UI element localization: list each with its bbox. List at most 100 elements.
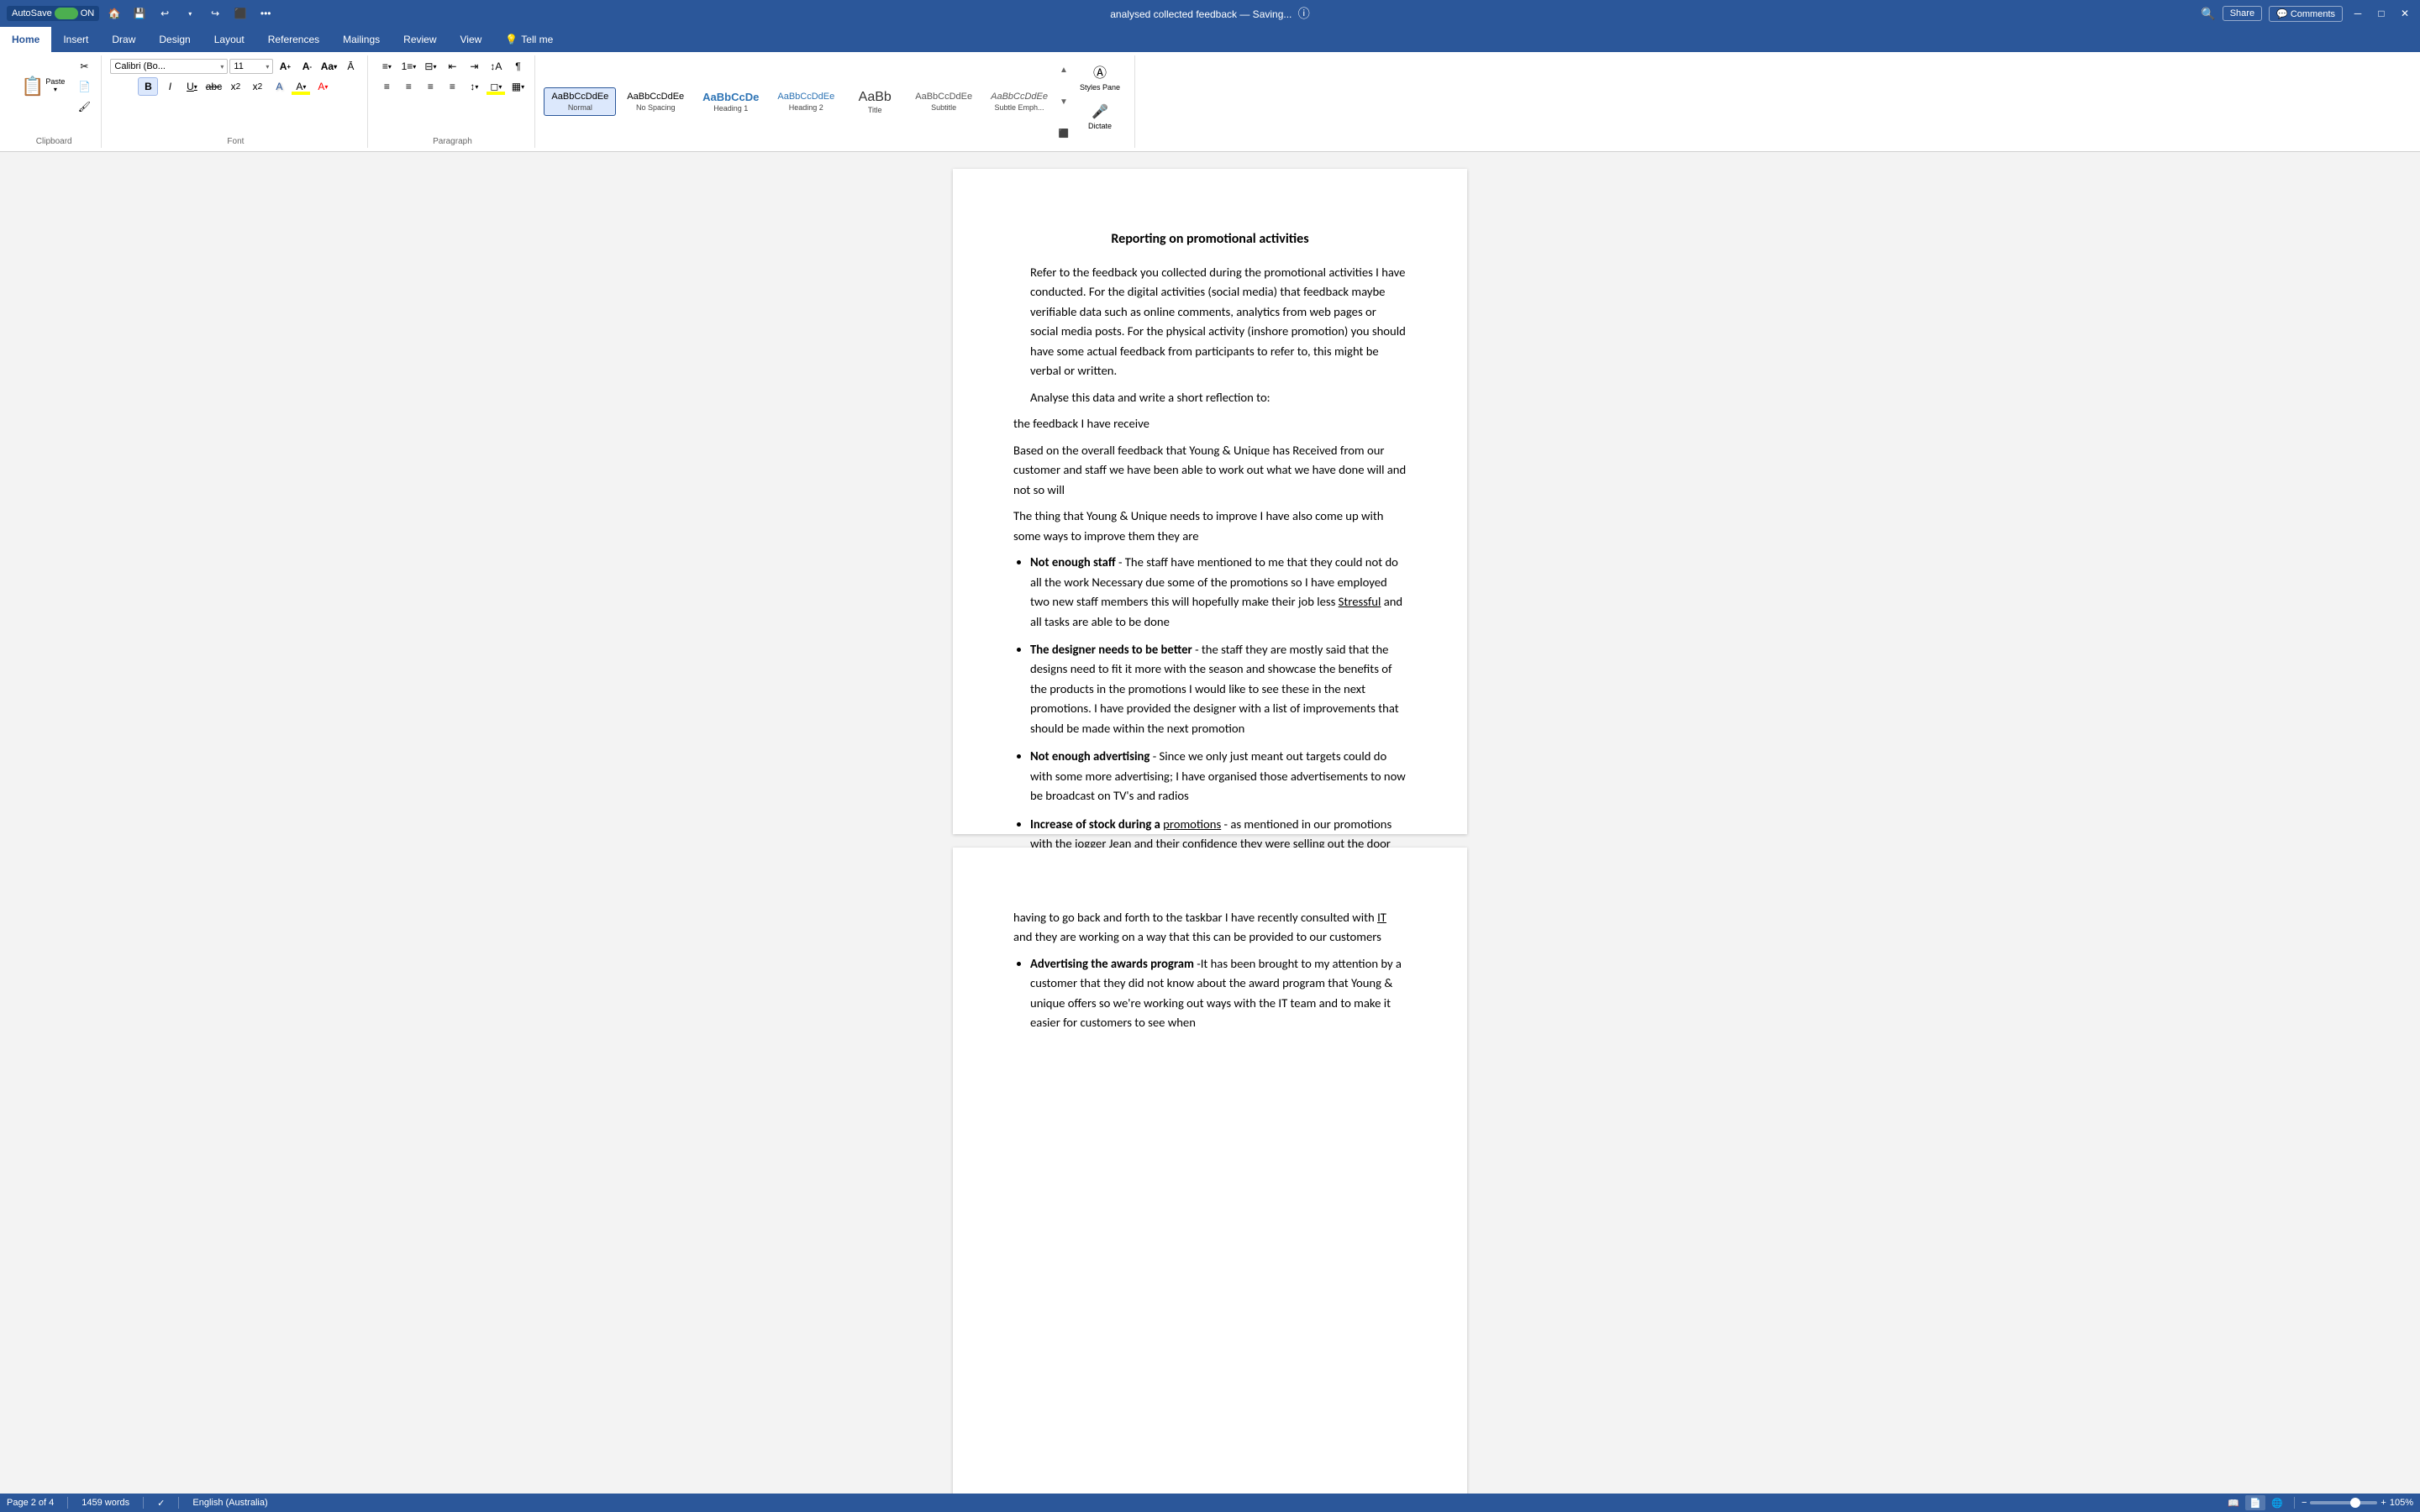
paste-button[interactable]: 📋 Paste ▾ [13, 73, 72, 100]
underline-button[interactable]: U▾ [182, 77, 202, 96]
style-subtitle-label: Subtitle [931, 103, 956, 112]
style-no-spacing[interactable]: AaBbCcDdEe No Spacing [619, 87, 692, 115]
clipboard-group: 📋 Paste ▾ ✂ 📄 🖌 Clipboard [7, 55, 102, 148]
title-bar: AutoSave ON 🏠 💾 ↩ ▾ ↪ ⬛ ••• analysed col… [0, 0, 2420, 27]
zoom-level[interactable]: 105% [2390, 1498, 2413, 1508]
italic-button[interactable]: I [160, 77, 180, 96]
comments-button[interactable]: 💬 Comments [2269, 6, 2343, 22]
shading-button[interactable]: ◻▾ [486, 77, 506, 96]
increase-font-button[interactable]: A+ [275, 57, 295, 76]
tab-layout[interactable]: Layout [203, 27, 256, 52]
decrease-indent-button[interactable]: ⇤ [442, 57, 462, 76]
document-scroll[interactable]: Reporting on promotional activities Refe… [0, 152, 2420, 1494]
gallery-scroll-down[interactable]: ▼ [1057, 89, 1071, 114]
undo-dropdown-icon[interactable]: ▾ [180, 4, 200, 23]
read-mode-button[interactable]: 📖 [2223, 1495, 2244, 1510]
align-center-button[interactable]: ≡ [398, 77, 418, 96]
font-size-selector[interactable]: 11 ▾ [229, 59, 273, 74]
align-right-button[interactable]: ≡ [420, 77, 440, 96]
copy-button[interactable]: 📄 [74, 77, 94, 96]
maximize-button[interactable]: □ [2373, 5, 2390, 22]
change-case-button[interactable]: Aa▾ [318, 57, 339, 76]
style-heading1[interactable]: AaBbCcDe Heading 1 [695, 87, 766, 117]
superscript-button[interactable]: x2 [247, 77, 267, 96]
justify-button[interactable]: ≡ [442, 77, 462, 96]
close-button[interactable]: ✕ [2396, 5, 2413, 22]
home-icon[interactable]: 🏠 [104, 4, 124, 23]
bullet-4-bold: Increase of stock during a [1030, 816, 1160, 832]
align-left-button[interactable]: ≡ [376, 77, 397, 96]
doc-para-2: Analyse this data and write a short refl… [1030, 388, 1407, 407]
tab-view[interactable]: View [449, 27, 494, 52]
tab-references[interactable]: References [256, 27, 331, 52]
dictate-label: Dictate [1088, 122, 1112, 130]
bullet-1-bold: Not enough staff [1030, 554, 1116, 570]
decrease-font-button[interactable]: A- [297, 57, 317, 76]
save-icon[interactable]: 💾 [129, 4, 150, 23]
tab-mailings[interactable]: Mailings [331, 27, 392, 52]
font-color-button[interactable]: A▾ [313, 77, 333, 96]
multilevel-list-button[interactable]: ⊟▾ [420, 57, 440, 76]
style-subtle-emphasis[interactable]: AaBbCcDdEe Subtle Emph... [983, 87, 1055, 115]
gallery-more[interactable]: ⬛ [1057, 121, 1071, 146]
tab-draw[interactable]: Draw [100, 27, 147, 52]
search-button[interactable]: 🔍 [2201, 7, 2215, 21]
tab-home[interactable]: Home [0, 27, 51, 52]
gallery-scroll-up[interactable]: ▲ [1057, 57, 1071, 82]
borders-button[interactable]: ▦▾ [508, 77, 528, 96]
share-button[interactable]: Share [2223, 6, 2262, 21]
zoom-slider[interactable] [2310, 1501, 2377, 1504]
autosave-toggle[interactable] [55, 8, 78, 19]
zoom-in-icon[interactable]: + [2381, 1498, 2386, 1508]
clipboard-label: Clipboard [36, 134, 72, 146]
cut-button[interactable]: ✂ [74, 57, 94, 76]
more-commands-icon[interactable]: ••• [255, 4, 276, 23]
increase-indent-button[interactable]: ⇥ [464, 57, 484, 76]
web-layout-button[interactable]: 🌐 [2267, 1495, 2287, 1510]
subscript-button[interactable]: x2 [225, 77, 245, 96]
redo-icon[interactable]: ↪ [205, 4, 225, 23]
lightbulb-icon: 💡 [505, 34, 518, 45]
bullets-button[interactable]: ≡▾ [376, 57, 397, 76]
tab-review[interactable]: Review [392, 27, 448, 52]
document-page-2[interactable]: having to go back and forth to the taskb… [953, 848, 1467, 1494]
doc-p2-list: Advertising the awards program -It has b… [1030, 954, 1407, 1033]
tab-tell-me[interactable]: 💡 Tell me [493, 27, 565, 52]
document-title: analysed collected feedback — Saving... … [612, 5, 1808, 22]
bold-button[interactable]: B [138, 77, 158, 96]
strikethrough-button[interactable]: abc [203, 77, 224, 96]
font-label: Font [227, 134, 244, 146]
format-painter-button[interactable]: 🖌 [74, 97, 94, 116]
text-highlight-button[interactable]: A▾ [291, 77, 311, 96]
print-layout-button[interactable]: 📄 [2245, 1495, 2265, 1510]
sort-button[interactable]: ↕A [486, 57, 506, 76]
spell-check-icon[interactable]: ✓ [157, 1498, 165, 1509]
dictate-button[interactable]: 🎤 Dictate [1072, 99, 1128, 134]
numbering-button[interactable]: 1≡▾ [398, 57, 418, 76]
clear-formatting-button[interactable]: Ā [340, 57, 360, 76]
zoom-control[interactable]: − + 105% [2302, 1498, 2413, 1508]
undo-icon[interactable]: ↩ [155, 4, 175, 23]
style-subtitle[interactable]: AaBbCcDdEe Subtitle [908, 87, 980, 115]
style-title[interactable]: AaBb Title [845, 85, 904, 118]
tab-design[interactable]: Design [147, 27, 202, 52]
font-group: Calibri (Bo... ▾ 11 ▾ A+ A- Aa▾ Ā B I U▾… [103, 55, 368, 148]
text-effects-button[interactable]: A [269, 77, 289, 96]
styles-pane-button[interactable]: Ⓐ Styles Pane [1072, 57, 1128, 96]
style-heading2[interactable]: AaBbCcDdEe Heading 2 [770, 87, 842, 115]
font-name-selector[interactable]: Calibri (Bo... ▾ [110, 59, 228, 74]
document-page-1[interactable]: Reporting on promotional activities Refe… [953, 169, 1467, 834]
autosave-control[interactable]: AutoSave ON [7, 6, 99, 21]
zoom-thumb[interactable] [2350, 1498, 2360, 1508]
paragraph-row2: ≡ ≡ ≡ ≡ ↕▾ ◻▾ ▦▾ [376, 77, 528, 96]
present-icon[interactable]: ⬛ [230, 4, 250, 23]
show-formatting-button[interactable]: ¶ [508, 57, 528, 76]
styles-pane-icon: Ⓐ [1093, 61, 1107, 81]
doc-para-3: the feedback I have receive [1013, 414, 1407, 433]
line-spacing-button[interactable]: ↕▾ [464, 77, 484, 96]
zoom-out-icon[interactable]: − [2302, 1498, 2307, 1508]
tab-insert[interactable]: Insert [51, 27, 100, 52]
ribbon-content: 📋 Paste ▾ ✂ 📄 🖌 Clipboard Calibri (Bo.. [0, 52, 2420, 151]
style-normal[interactable]: AaBbCcDdEe Normal [544, 87, 616, 115]
minimize-button[interactable]: ─ [2349, 5, 2366, 22]
